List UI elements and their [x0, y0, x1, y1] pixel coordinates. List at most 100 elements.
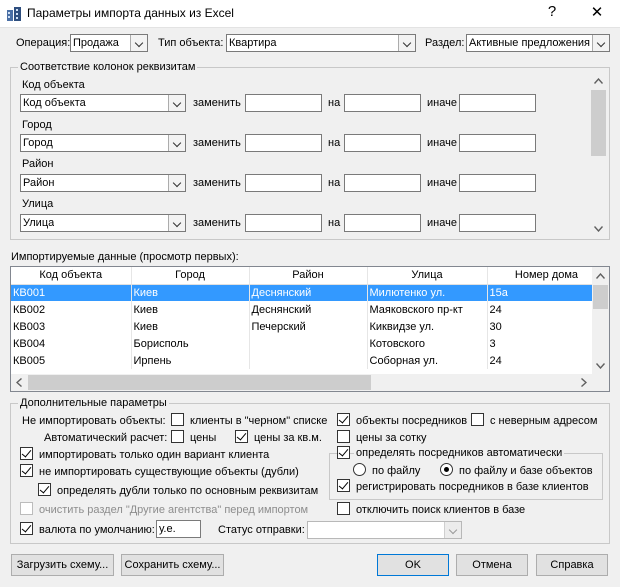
mapping-scrollbar[interactable]: [590, 74, 607, 237]
scroll-left-icon[interactable]: [16, 378, 22, 387]
replace-input[interactable]: [245, 174, 322, 192]
else-input[interactable]: [459, 134, 536, 152]
replace-with-input[interactable]: [344, 174, 421, 192]
wrong-address-checkbox[interactable]: [471, 413, 484, 426]
chevron-down-icon[interactable]: [168, 175, 185, 191]
ok-button[interactable]: OK: [377, 554, 449, 576]
detect-duplicates-checkbox[interactable]: [38, 483, 51, 496]
send-status-combo[interactable]: [307, 521, 462, 539]
column-header[interactable]: Код объекта: [11, 267, 132, 285]
mapping-column-combo[interactable]: Город: [20, 134, 186, 152]
mapping-group-title: Соответствие колонок реквизитам: [18, 61, 198, 73]
mapping-row-label: Город: [22, 119, 52, 131]
auto-calc-label: Автоматический расчет:: [44, 432, 168, 444]
by-file-radio[interactable]: [353, 463, 366, 476]
by-file-and-db-radio[interactable]: [440, 463, 453, 476]
scroll-thumb[interactable]: [591, 90, 606, 156]
preview-v-scrollbar[interactable]: [592, 267, 609, 374]
scroll-down-icon[interactable]: [596, 363, 605, 369]
mapping-column-combo[interactable]: Код объекта: [20, 94, 186, 112]
replace-input[interactable]: [245, 214, 322, 232]
preview-h-scrollbar[interactable]: [11, 374, 592, 391]
price-per-hundred-checkbox[interactable]: [337, 430, 350, 443]
section-label: Раздел:: [425, 37, 465, 49]
table-cell: Котовского: [367, 335, 488, 352]
send-status-label: Статус отправки:: [218, 524, 305, 536]
close-icon[interactable]: ✕: [582, 3, 612, 21]
currency-value: у.е.: [159, 523, 176, 535]
table-cell: Киев: [131, 318, 250, 335]
table-cell: Маяковского пр-кт: [367, 301, 488, 318]
else-input[interactable]: [459, 94, 536, 112]
replace-with-input[interactable]: [344, 94, 421, 112]
column-header[interactable]: Номер дома: [487, 267, 607, 285]
blacklist-clients-checkbox[interactable]: [171, 413, 184, 426]
replace-with-input[interactable]: [344, 134, 421, 152]
preview-grid[interactable]: Код объекта Город Район Улица Номер дома…: [10, 266, 610, 392]
cancel-button[interactable]: Отмена: [456, 554, 528, 576]
detect-intermediaries-label: определять посредников автоматически: [354, 447, 565, 459]
currency-input[interactable]: у.е.: [156, 520, 201, 538]
table-cell: КВ004: [11, 335, 132, 352]
clear-section-checkbox[interactable]: [20, 502, 33, 515]
table-row[interactable]: КВ004 Борисполь Котовского 3: [11, 335, 607, 352]
prices-checkbox[interactable]: [171, 430, 184, 443]
scroll-thumb[interactable]: [28, 375, 371, 390]
dont-import-existing-checkbox[interactable]: [20, 464, 33, 477]
table-cell: Киев: [131, 284, 250, 301]
chevron-down-icon[interactable]: [592, 35, 609, 51]
scroll-up-icon[interactable]: [594, 78, 603, 84]
replace-with-input[interactable]: [344, 214, 421, 232]
table-row[interactable]: КВ001 Киев Деснянский Милютенко ул. 15а: [11, 284, 607, 301]
mapping-column-combo[interactable]: Район: [20, 174, 186, 192]
intermediary-objects-checkbox[interactable]: [337, 413, 350, 426]
operation-combo[interactable]: Продажа: [70, 34, 148, 52]
table-header-row: Код объекта Город Район Улица Номер дома: [11, 267, 607, 285]
import-one-variant-checkbox[interactable]: [20, 447, 33, 460]
register-intermediaries-checkbox[interactable]: [337, 479, 350, 492]
replace-input[interactable]: [245, 94, 322, 112]
price-per-sqm-checkbox[interactable]: [235, 430, 248, 443]
object-type-value: Квартира: [229, 37, 277, 49]
table-cell: Милютенко ул.: [367, 284, 488, 301]
table-row[interactable]: КВ003 Киев Печерский Киквидзе ул. 30: [11, 318, 607, 335]
column-header[interactable]: Район: [249, 267, 368, 285]
scroll-down-icon[interactable]: [594, 226, 603, 232]
column-header[interactable]: Улица: [367, 267, 488, 285]
detect-intermediaries-checkbox[interactable]: [337, 446, 350, 459]
chevron-down-icon[interactable]: [398, 35, 415, 51]
load-scheme-button[interactable]: Загрузить схему...: [11, 554, 114, 576]
else-label: иначе: [427, 177, 457, 189]
else-input[interactable]: [459, 214, 536, 232]
chevron-down-icon[interactable]: [444, 522, 461, 538]
chevron-down-icon[interactable]: [168, 215, 185, 231]
on-label: на: [328, 217, 341, 229]
table-row[interactable]: КВ002 Киев Деснянский Маяковского пр-кт …: [11, 301, 607, 318]
help-icon[interactable]: ?: [537, 3, 567, 20]
mapping-row-label: Улица: [22, 198, 54, 210]
section-combo[interactable]: Активные предложения: [466, 34, 610, 52]
save-scheme-button[interactable]: Сохранить схему...: [121, 554, 224, 576]
price-per-sqm-label: цены за кв.м.: [254, 432, 322, 444]
mapping-column-value: Город: [23, 137, 53, 149]
chevron-down-icon[interactable]: [130, 35, 147, 51]
table-cell: Ирпень: [131, 352, 250, 369]
on-label: на: [328, 177, 341, 189]
default-currency-checkbox[interactable]: [20, 522, 33, 535]
operation-value: Продажа: [73, 37, 119, 49]
chevron-down-icon[interactable]: [168, 135, 185, 151]
else-input[interactable]: [459, 174, 536, 192]
mapping-column-combo[interactable]: Улица: [20, 214, 186, 232]
help-button[interactable]: Справка: [536, 554, 608, 576]
scroll-up-icon[interactable]: [596, 273, 605, 279]
chevron-down-icon[interactable]: [168, 95, 185, 111]
column-header[interactable]: Город: [131, 267, 250, 285]
table-cell: КВ005: [11, 352, 132, 369]
scroll-right-icon[interactable]: [581, 378, 587, 387]
object-type-combo[interactable]: Квартира: [226, 34, 416, 52]
by-file-and-db-label: по файлу и базе объектов: [459, 465, 593, 477]
replace-input[interactable]: [245, 134, 322, 152]
disable-client-search-checkbox[interactable]: [337, 502, 350, 515]
scroll-thumb[interactable]: [593, 285, 608, 309]
table-row[interactable]: КВ005 Ирпень Соборная ул. 24: [11, 352, 607, 369]
